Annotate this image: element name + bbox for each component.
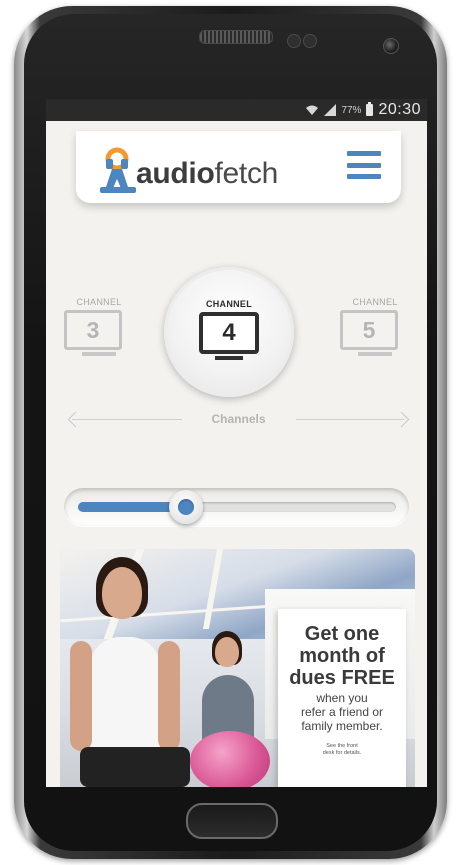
ad-fine-print: See the front desk for details. xyxy=(278,743,406,757)
ad-body-line: when you xyxy=(316,691,368,705)
earpiece-speaker xyxy=(199,30,273,44)
light-sensor xyxy=(303,34,317,48)
ad-headline-line: Get one xyxy=(304,623,380,645)
ad-photo-woman-front xyxy=(70,557,200,787)
app-logo[interactable]: audiofetch xyxy=(98,139,278,195)
ad-headline: Get one month of dues FREE xyxy=(278,623,406,689)
front-camera xyxy=(383,38,399,54)
ad-headline-line: month of xyxy=(299,645,385,667)
logo-text-regular: fetch xyxy=(214,157,279,190)
channel-next-button[interactable]: CHANNEL 5 xyxy=(340,297,410,356)
logo-text-bold: audio xyxy=(136,157,215,190)
exercise-ball xyxy=(190,731,270,787)
channel-current-button[interactable]: CHANNEL 4 xyxy=(164,267,294,397)
channel-prev-label: CHANNEL xyxy=(76,297,122,307)
ad-body-line: family member. xyxy=(301,719,383,733)
battery-icon xyxy=(366,102,374,116)
wifi-icon xyxy=(306,105,319,115)
volume-slider[interactable] xyxy=(64,488,409,526)
ad-photo-woman-back xyxy=(190,631,280,787)
ad-banner[interactable]: Get one month of dues FREE when you refe… xyxy=(60,549,415,787)
channels-navigation: Channels xyxy=(66,411,411,428)
channel-next-number: 5 xyxy=(340,310,398,350)
ad-promo-card: Get one month of dues FREE when you refe… xyxy=(278,609,406,787)
ad-body: when you refer a friend or family member… xyxy=(278,691,406,733)
volume-slider-bar[interactable] xyxy=(78,502,396,512)
app-header: audiofetch xyxy=(76,131,401,203)
audiofetch-logo-icon xyxy=(100,147,136,193)
ad-fine-line: desk for details. xyxy=(322,750,362,756)
tv-icon: 5 xyxy=(340,310,410,356)
channel-current-number: 4 xyxy=(199,312,259,354)
battery-percent: 77% xyxy=(341,104,362,116)
hamburger-menu-icon[interactable] xyxy=(347,151,381,179)
channel-prev-number: 3 xyxy=(64,310,122,350)
volume-slider-thumb[interactable] xyxy=(169,490,203,524)
channel-next-label: CHANNEL xyxy=(352,297,398,307)
home-button[interactable] xyxy=(186,803,278,839)
tv-icon: 4 xyxy=(164,312,294,360)
phone-screen: 77% 20:30 audiofetch CHANNEL 3 CHANNEL 4… xyxy=(46,99,427,787)
status-bar: 77% 20:30 xyxy=(46,99,427,121)
ad-fine-line: See the front xyxy=(326,743,358,749)
tv-icon: 3 xyxy=(64,310,134,356)
logo-wordmark: audiofetch xyxy=(136,157,278,191)
signal-icon xyxy=(324,104,337,116)
status-time: 20:30 xyxy=(378,101,421,118)
proximity-sensor xyxy=(287,34,301,48)
ad-body-line: refer a friend or xyxy=(300,705,384,719)
channel-prev-button[interactable]: CHANNEL 3 xyxy=(64,297,134,356)
channel-current-label: CHANNEL xyxy=(205,299,253,309)
ad-headline-line: dues FREE xyxy=(289,667,395,689)
